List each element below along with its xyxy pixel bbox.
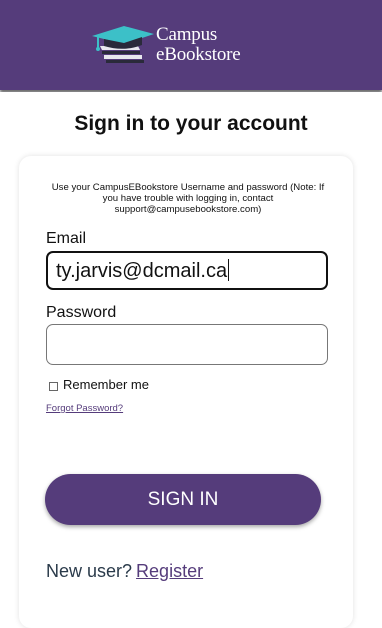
site-header: Campus eBookstore	[0, 0, 382, 90]
password-label: Password	[46, 304, 117, 321]
remember-me-checkbox[interactable]	[49, 382, 58, 391]
logo-line-2: eBookstore	[156, 44, 241, 65]
campus-ebookstore-logo[interactable]: Campus eBookstore	[90, 22, 270, 68]
logo-line-1: Campus	[156, 24, 218, 45]
email-label: Email	[46, 230, 87, 247]
page-title: Sign in to your account	[74, 112, 308, 135]
register-link[interactable]: Register	[136, 561, 203, 581]
signin-card: Use your CampusEBookstore Username and p…	[19, 156, 353, 628]
password-field[interactable]	[46, 324, 328, 365]
forgot-password-link[interactable]: Forgot Password?	[46, 403, 123, 414]
email-value: ty.jarvis@dcmail.ca	[56, 260, 228, 282]
sign-in-button[interactable]: SIGN IN	[45, 474, 321, 525]
graduation-cap-books-icon	[92, 26, 154, 63]
email-field[interactable]: ty.jarvis@dcmail.ca	[46, 251, 328, 290]
new-user-prompt: New user? Register	[46, 561, 203, 582]
logo-wordmark: Campus eBookstore	[156, 25, 241, 65]
login-notice: Use your CampusEBookstore Username and p…	[51, 182, 325, 215]
text-caret	[228, 259, 230, 281]
remember-me-label: Remember me	[63, 377, 149, 392]
new-user-text: New user?	[46, 561, 133, 581]
